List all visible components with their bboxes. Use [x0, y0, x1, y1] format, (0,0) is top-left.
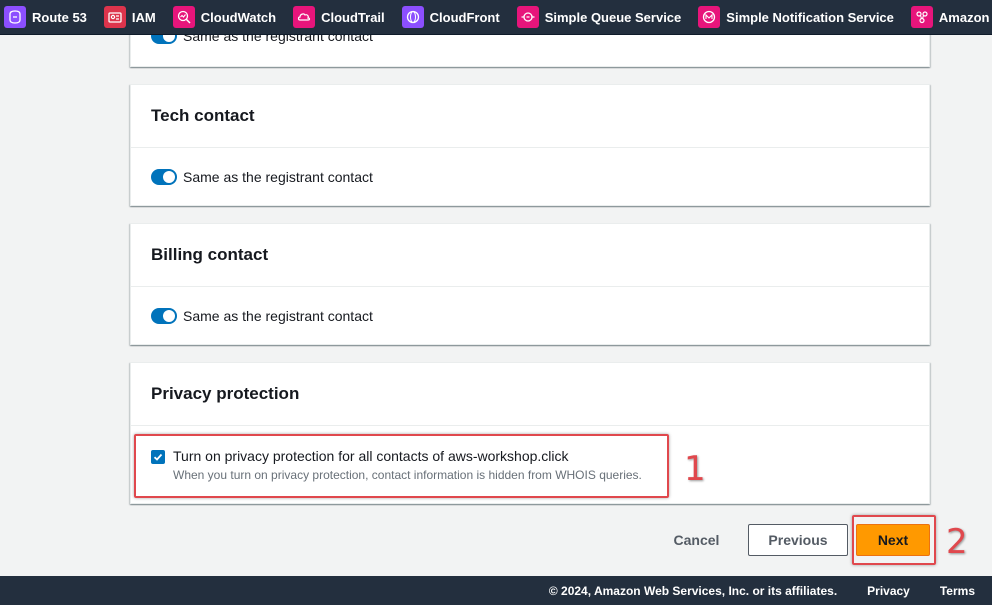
- footer-privacy-link[interactable]: Privacy: [867, 584, 910, 598]
- favorite-label: IAM: [131, 9, 156, 25]
- tech-contact-title: Tech contact: [131, 85, 929, 148]
- favorite-label: Route 53: [32, 9, 87, 25]
- next-button[interactable]: Next: [856, 524, 930, 556]
- billing-same-as-registrant-toggle[interactable]: [151, 307, 177, 324]
- privacy-checkbox-label: Turn on privacy protection for all conta…: [173, 447, 569, 464]
- favorites-bar: Route 53 IAM CloudWatch CloudTrail Cloud…: [0, 0, 992, 35]
- favorite-sns[interactable]: Simple Notification Service: [698, 0, 901, 34]
- annotation-number-1: 1: [684, 449, 706, 489]
- favorite-sqs[interactable]: Simple Queue Service: [516, 0, 689, 34]
- favorite-cloudfront[interactable]: CloudFront: [401, 0, 507, 34]
- favorite-cloudtrail[interactable]: CloudTrail: [293, 0, 392, 34]
- privacy-protection-checkbox[interactable]: [151, 449, 165, 464]
- cloudwatch-icon: [172, 6, 195, 28]
- cloudtrail-icon: [293, 6, 316, 28]
- favorite-route53[interactable]: Route 53: [4, 0, 94, 34]
- toggle-label: Same as the registrant contact: [183, 168, 373, 185]
- favorite-eventbridge[interactable]: Amazon EventBridge: [910, 0, 992, 34]
- billing-contact-panel: Billing contact Same as the registrant c…: [130, 223, 930, 345]
- checkmark-icon: [153, 453, 163, 461]
- favorite-iam[interactable]: IAM: [103, 0, 163, 34]
- cancel-button[interactable]: Cancel: [664, 524, 729, 556]
- favorite-label: Simple Notification Service: [726, 9, 894, 25]
- cloudfront-icon: [401, 6, 424, 28]
- iam-icon: [103, 6, 126, 28]
- eventbridge-icon: [910, 6, 933, 28]
- tech-contact-toggle-row: Same as the registrant contact: [151, 168, 373, 185]
- privacy-protection-title: Privacy protection: [131, 363, 929, 426]
- privacy-protection-panel: Privacy protection Turn on privacy prote…: [130, 362, 930, 504]
- route53-icon: [4, 6, 26, 28]
- console-footer: © 2024, Amazon Web Services, Inc. or its…: [0, 576, 992, 605]
- toggle-label: Same as the registrant contact: [183, 307, 373, 324]
- favorite-label: CloudFront: [429, 9, 500, 25]
- favorite-cloudwatch[interactable]: CloudWatch: [172, 0, 283, 34]
- billing-contact-title: Billing contact: [131, 224, 929, 287]
- previous-button[interactable]: Previous: [748, 524, 848, 556]
- favorite-label: CloudWatch: [200, 9, 277, 25]
- billing-contact-toggle-row: Same as the registrant contact: [151, 307, 373, 324]
- sns-icon: [698, 6, 721, 28]
- favorite-label: Simple Queue Service: [544, 9, 682, 25]
- privacy-checkbox-row[interactable]: Turn on privacy protection for all conta…: [151, 447, 642, 483]
- privacy-checkbox-description: When you turn on privacy protection, con…: [173, 467, 642, 482]
- tech-same-as-registrant-toggle[interactable]: [151, 168, 177, 185]
- favorite-label: Amazon EventBridge: [938, 9, 992, 25]
- tech-contact-panel: Tech contact Same as the registrant cont…: [130, 84, 930, 206]
- footer-terms-link[interactable]: Terms: [940, 584, 975, 598]
- footer-copyright: © 2024, Amazon Web Services, Inc. or its…: [548, 583, 838, 598]
- favorite-label: CloudTrail: [321, 9, 385, 25]
- annotation-number-2: 2: [946, 522, 968, 562]
- sqs-icon: [516, 6, 539, 28]
